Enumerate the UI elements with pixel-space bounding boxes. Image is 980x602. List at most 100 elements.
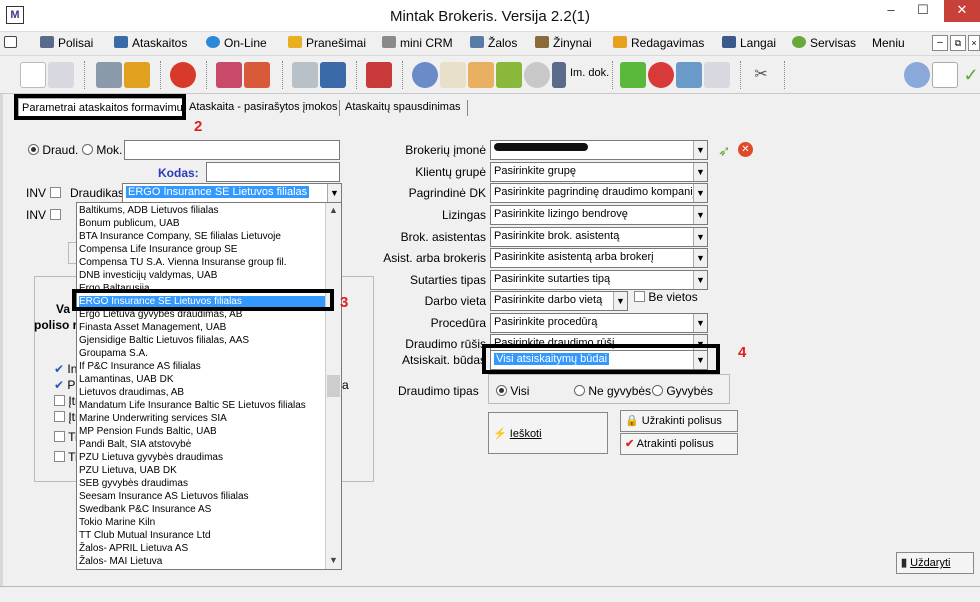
menu-zinynai[interactable]: Žinynai [535,36,592,50]
checkmark-icon[interactable]: ✓ [958,62,980,88]
vehicle-icon[interactable] [366,62,392,88]
filter-select[interactable]: ▼ [490,140,708,160]
dropdown-option[interactable]: SEB gyvybės draudimas [79,478,188,490]
partial-check-ti2[interactable]: Ti [54,450,78,464]
uzrakinti-button[interactable]: 🔒 Užrakinti polisus [620,410,738,432]
radio-draud[interactable]: Draud. [28,143,78,157]
radio-visi[interactable]: Visi [496,384,529,398]
menu-ataskaitos[interactable]: Ataskaitos [114,36,187,50]
money-icon[interactable] [496,62,522,88]
dropdown-option[interactable]: DNB investicijų valdymas, UAB [79,270,217,282]
dropdown-option[interactable]: Mandatum Life Insurance Baltic SE Lietuv… [79,400,306,412]
dropdown-option[interactable]: Gjensidige Baltic Lietuvos filialas, AAS [79,335,249,347]
print-icon[interactable] [244,62,270,88]
dropdown-option[interactable]: Baltikums, ADB Lietuvos filialas [79,205,219,217]
copy-document-icon[interactable] [48,62,74,88]
dropdown-option[interactable]: PZU Lietuva, UAB DK [79,465,177,477]
dropdown-option[interactable]: If P&C Insurance AS filialas [79,361,201,373]
menu-polisai[interactable]: Polisai [40,36,93,50]
dropdown-option[interactable]: Žalos- MAI Lietuva [79,556,162,568]
menu-redagavimas[interactable]: Redagavimas [613,36,704,50]
filter-select[interactable]: Pasirinkite procedūrą ▼ [490,313,708,333]
new-document-icon[interactable] [20,62,46,88]
table-icon[interactable] [320,62,346,88]
filter-select[interactable]: Pasirinkite sutarties tipą ▼ [490,270,708,290]
maximize-button[interactable]: ☐ [908,0,938,22]
document-chart-icon[interactable] [676,62,702,88]
car-icon[interactable] [124,62,150,88]
dropdown-option[interactable]: Tokio Marine Kiln [79,517,155,529]
users-icon[interactable] [412,62,438,88]
mdi-close-button[interactable]: × [968,35,980,51]
filter-select[interactable]: Pasirinkite asistentą arba brokerį ▼ [490,248,708,268]
kodas-input[interactable] [206,162,340,182]
handshake-icon[interactable] [468,62,494,88]
dropdown-option[interactable]: Pandi Balt, SIA atstovybė [79,439,191,451]
menu-servisas[interactable]: Servisas [792,36,856,50]
inv-checkbox-1[interactable] [50,186,61,200]
dropdown-scrollbar[interactable]: ▲ ▼ [325,203,341,569]
scissors-icon[interactable]: ✂ [748,62,774,88]
ieskoti-button[interactable]: ⚡ Ieškoti [488,412,608,454]
mdi-minimize-button[interactable]: – [932,35,948,51]
dropdown-option[interactable]: Žalos- APRIL Lietuva AS [79,543,188,555]
filter-select[interactable]: Pasirinkite pagrindinę draudimo kompanij… [490,183,708,203]
tab-spausdinimas[interactable]: Ataskaitų spausdinimas [342,98,464,118]
filter-select[interactable]: Pasirinkite grupę ▼ [490,162,708,182]
menu-langai[interactable]: Langai [722,36,776,50]
calendar-icon[interactable] [932,62,958,88]
menu-pranesimai[interactable]: Pranešimai [288,36,366,50]
im-dok-button[interactable]: Im. dok. [570,67,609,79]
refresh-filter-icon[interactable]: ➶ [718,142,731,160]
radio-gyvybes[interactable]: Gyvybės [652,384,713,398]
reports-icon[interactable] [292,62,318,88]
dropdown-option[interactable]: Marine Underwriting services SIA [79,413,227,425]
uzdaryti-button[interactable]: ▮ Uždaryti [896,552,974,574]
dropdown-option[interactable]: Bonum publicum, UAB [79,218,180,230]
dropdown-option[interactable]: Finasta Asset Management, UAB [79,322,226,334]
refresh-icon[interactable] [904,62,930,88]
scroll-down-icon[interactable]: ▼ [329,555,338,565]
filter-select[interactable]: Pasirinkite lizingo bendrovę ▼ [490,205,708,225]
atrakinti-button[interactable]: ✔ Atrakinti polisus [620,433,738,455]
filter-select[interactable]: Pasirinkite darbo vietą ▼ [490,291,628,311]
draudikas-dropdown-list[interactable]: Baltikums, ADB Lietuvos filialas Bonum pu… [76,202,342,570]
target-icon[interactable] [524,62,550,88]
mdi-restore-button[interactable]: ⧉ [950,35,966,51]
minimize-button[interactable]: – [876,0,906,22]
dropdown-option[interactable]: Lietuvos draudimas, AB [79,387,184,399]
person-icon[interactable] [440,62,466,88]
folder-icon[interactable] [552,62,566,88]
menu-mini-crm[interactable]: mini CRM [382,36,453,50]
chart-icon[interactable] [216,62,242,88]
menu-meniu[interactable]: Meniu [872,36,905,50]
report-icon[interactable] [96,62,122,88]
dropdown-option[interactable]: PZU Lietuva gyvybės draudimas [79,452,223,464]
dropdown-option[interactable]: BTA Insurance Company, SE filialas Lietu… [79,231,281,243]
tab-ataskaita[interactable]: Ataskaita - pasirašytos įmokos [186,98,341,118]
dropdown-option[interactable]: Groupama S.A. [79,348,148,360]
partial-check-ti1[interactable]: Ti [54,430,78,444]
draudikas-select[interactable]: ERGO Insurance SE Lietuvos filialas ▼ [122,183,342,203]
dropdown-option[interactable]: Lamantinas, UAB DK [79,374,174,386]
menu-online[interactable]: On-Line [206,36,267,50]
dropdown-option[interactable]: Compensa TU S.A. Vienna Insuranse group … [79,257,287,269]
be-vietos-checkbox[interactable]: Be vietos [634,290,698,304]
radio-mok[interactable]: Mok. [82,143,122,157]
menu-app-icon[interactable] [4,36,21,50]
scroll-thumb[interactable] [327,375,340,397]
dropdown-option[interactable]: TT Club Mutual Insurance Ltd [79,530,211,542]
dropdown-option[interactable]: Seesam Insurance AS Lietuvos filialas [79,491,249,503]
dropdown-option[interactable]: Swedbank P&C Insurance AS [79,504,211,516]
menu-zalos[interactable]: Žalos [470,36,517,50]
close-button[interactable]: ✕ [944,0,980,22]
graph-icon[interactable] [704,62,730,88]
radio-ne-gyvybes[interactable]: Ne gyvybės [574,384,651,398]
filter-select[interactable]: Pasirinkite brok. asistentą ▼ [490,227,708,247]
scroll-up-icon[interactable]: ▲ [329,205,338,215]
lifebuoy-icon[interactable] [170,62,196,88]
dropdown-option[interactable]: Compensa Life Insurance group SE [79,244,237,256]
clear-filter-icon[interactable]: ✕ [738,142,753,157]
inv-checkbox-2[interactable] [50,208,61,222]
draud-mok-input[interactable] [124,140,340,160]
